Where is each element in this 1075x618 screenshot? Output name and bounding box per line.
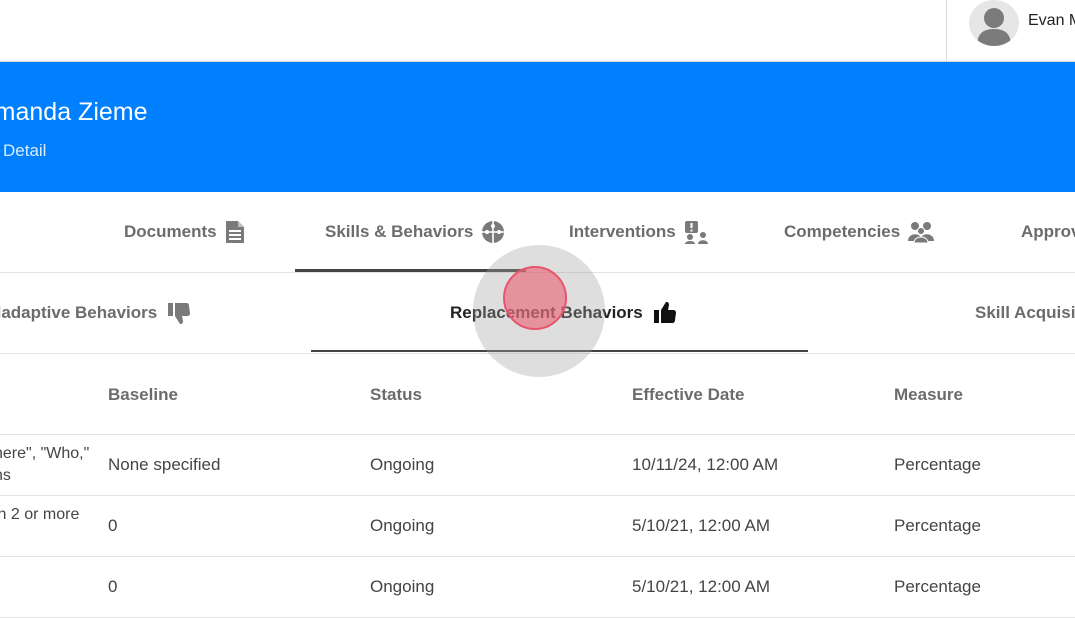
tab-label: Interventions bbox=[569, 222, 676, 241]
intervention-icon bbox=[684, 221, 708, 244]
goal-text-line: in 2 or more bbox=[0, 506, 80, 523]
measure-cell: Percentage bbox=[894, 516, 981, 535]
measure-cell: Percentage bbox=[894, 577, 981, 596]
baseline-cell: None specified bbox=[108, 455, 221, 474]
user-silhouette-icon bbox=[977, 8, 1011, 46]
baseline-cell: 0 bbox=[108, 516, 118, 535]
document-icon bbox=[225, 221, 244, 243]
goal-text-line: ns bbox=[0, 467, 11, 484]
table-row[interactable]: 0 Ongoing 5/10/21, 12:00 AM Percentage bbox=[0, 557, 1075, 618]
user-menu[interactable]: Evan M bbox=[946, 0, 1075, 61]
status-cell: Ongoing bbox=[370, 516, 435, 535]
puzzle-icon bbox=[482, 221, 505, 243]
column-header-measure[interactable]: Measure bbox=[894, 385, 963, 405]
effective-date-cell: 10/11/24, 12:00 AM bbox=[632, 455, 779, 474]
column-header-baseline[interactable]: Baseline bbox=[108, 385, 178, 405]
subtab-maladaptive-behaviors[interactable]: Maladaptive Behaviors bbox=[0, 273, 191, 353]
effective-date-cell: 5/10/21, 12:00 AM bbox=[632, 577, 770, 596]
top-bar: Evan M bbox=[0, 0, 1075, 62]
tab-label: Documents bbox=[124, 222, 217, 241]
tab-skills-behaviors[interactable]: Skills & Behaviors bbox=[325, 192, 505, 272]
tab-documents[interactable]: Documents bbox=[124, 192, 245, 272]
breadcrumb-detail[interactable]: Detail bbox=[3, 141, 46, 161]
status-cell: Ongoing bbox=[370, 455, 435, 474]
baseline-cell: 0 bbox=[108, 577, 118, 596]
user-name: Evan M bbox=[1028, 12, 1075, 29]
client-banner: Amanda Zieme Detail bbox=[0, 62, 1075, 192]
goal-cell: here", "Who," ns bbox=[0, 443, 89, 487]
thumbs-up-icon bbox=[653, 302, 676, 323]
column-header-status[interactable]: Status bbox=[370, 385, 422, 405]
tab-interventions[interactable]: Interventions bbox=[569, 192, 710, 272]
users-group-icon bbox=[908, 222, 935, 243]
tab-approvals[interactable]: Approvals bbox=[1021, 192, 1075, 272]
tab-label: Competencies bbox=[784, 222, 901, 241]
effective-date-cell: 5/10/21, 12:00 AM bbox=[632, 516, 770, 535]
click-indicator bbox=[503, 266, 567, 330]
tab-competencies[interactable]: Competencies bbox=[784, 192, 935, 272]
goal-text-line: here", "Who," bbox=[0, 445, 90, 462]
thumbs-down-icon bbox=[168, 303, 191, 324]
goal-cell: in 2 or more bbox=[0, 504, 79, 526]
table-row[interactable]: in 2 or more 0 Ongoing 5/10/21, 12:00 AM… bbox=[0, 496, 1075, 557]
tab-label: Approvals bbox=[1021, 222, 1075, 241]
measure-cell: Percentage bbox=[894, 455, 981, 474]
behaviors-table: Baseline Status Effective Date Measure h… bbox=[0, 353, 1075, 618]
status-cell: Ongoing bbox=[370, 577, 435, 596]
subtab-label: Maladaptive Behaviors bbox=[0, 303, 158, 322]
subtab-label: Skill Acquisition bbox=[975, 303, 1075, 322]
avatar bbox=[969, 0, 1019, 46]
table-row[interactable]: here", "Who," ns None specified Ongoing … bbox=[0, 435, 1075, 496]
client-name: Amanda Zieme bbox=[0, 98, 148, 126]
tab-label: Skills & Behaviors bbox=[325, 222, 474, 241]
column-header-effective-date[interactable]: Effective Date bbox=[632, 385, 744, 405]
subtab-skill-acquisition[interactable]: Skill Acquisition bbox=[975, 273, 1075, 353]
